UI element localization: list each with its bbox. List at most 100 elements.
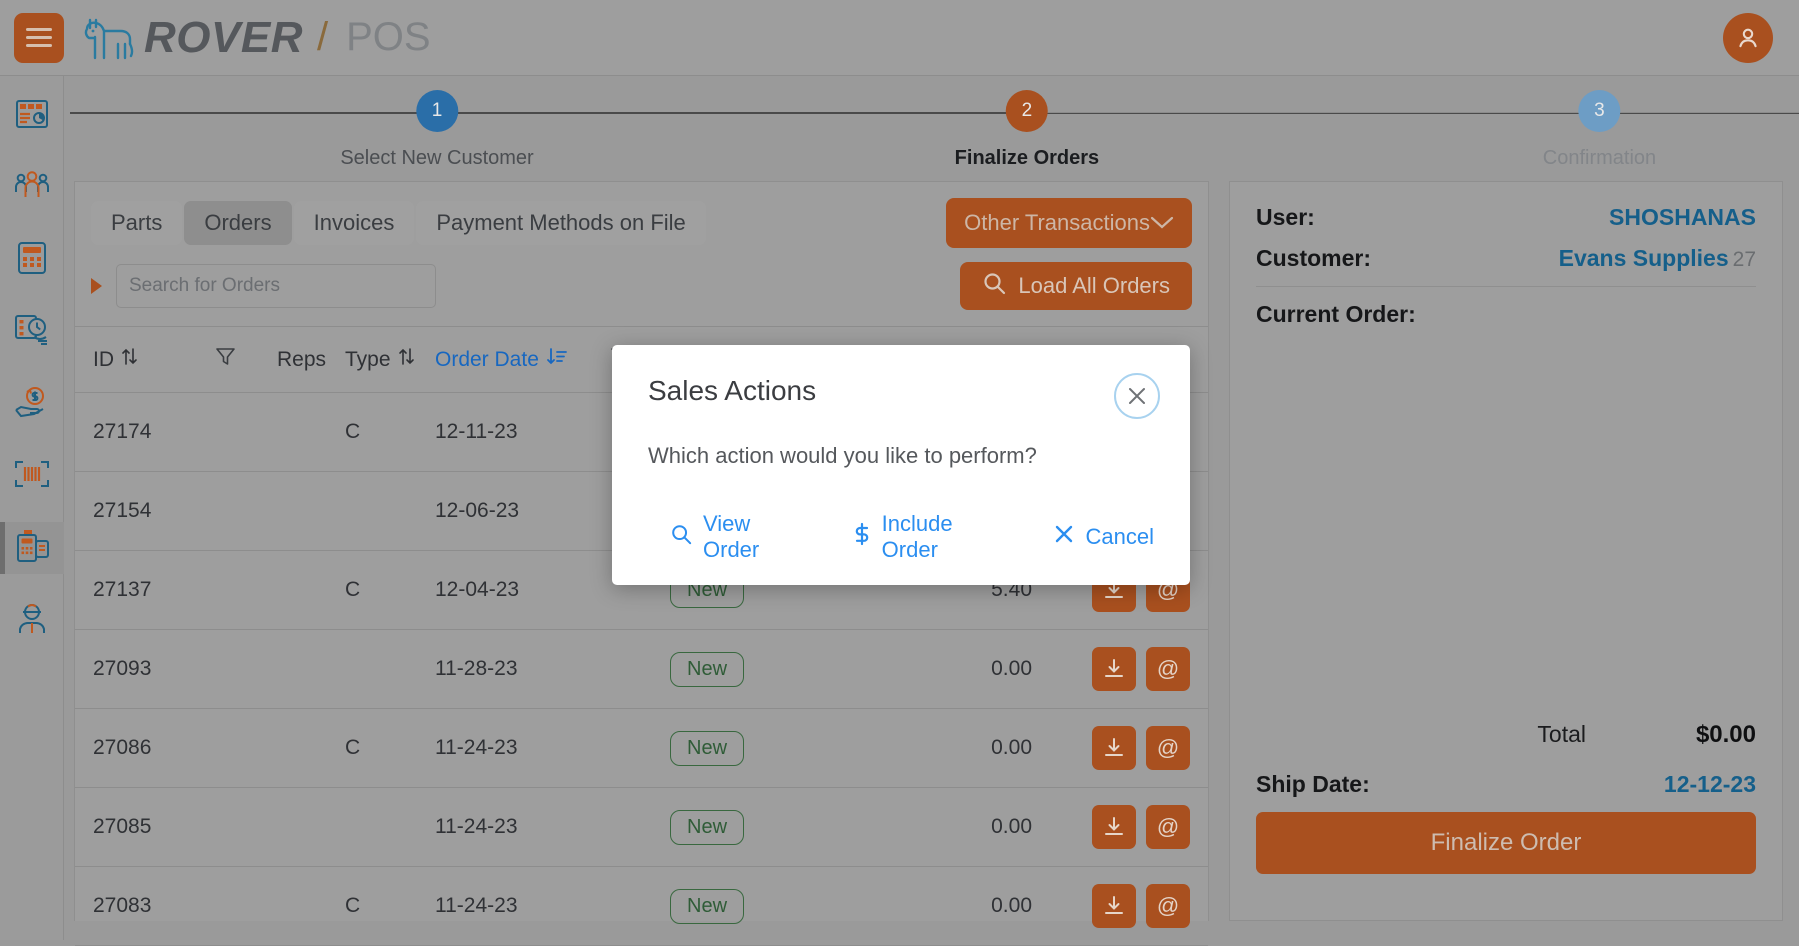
download-icon[interactable] (1092, 884, 1136, 928)
summary-customer-row: Customer: Evans Supplies27 (1256, 245, 1756, 272)
ship-date-value[interactable]: 12-12-23 (1664, 771, 1756, 798)
cell-id: 27154 (93, 499, 215, 523)
tab-parts[interactable]: Parts (91, 201, 182, 245)
table-row[interactable]: 27093 11-28-23 New 0.00 (75, 630, 1208, 709)
customer-value[interactable]: Evans Supplies27 (1559, 245, 1756, 272)
cell-order-date: 12-11-23 (435, 420, 610, 444)
dollar-icon (853, 522, 871, 552)
tab-payment-methods[interactable]: Payment Methods on File (416, 201, 705, 245)
wizard-stepper: 1 Select New Customer 2 Finalize Orders … (64, 76, 1799, 181)
column-filter-id[interactable] (215, 346, 277, 373)
brand-logo: ROVER / POS (80, 13, 431, 63)
cancel-label: Cancel (1086, 524, 1154, 550)
worker-icon (15, 601, 49, 640)
sort-updown-icon[interactable] (121, 347, 138, 372)
step-1-label: Select New Customer (340, 147, 533, 170)
brand-separator: / (317, 15, 328, 60)
cell-amount: 0.00 (850, 815, 1050, 839)
step-3-label: Confirmation (1543, 147, 1656, 170)
view-order-label: View Order (703, 511, 795, 563)
table-row[interactable]: 27086 C 11-24-23 New 0.00 (75, 709, 1208, 788)
table-row[interactable]: 27083 C 11-24-23 New 0.00 (75, 867, 1208, 946)
brand-subtitle: POS (346, 15, 430, 60)
finalize-order-button[interactable]: Finalize Order (1256, 812, 1756, 874)
column-header-id[interactable]: ID (93, 347, 215, 372)
cell-actions: @ (1050, 726, 1190, 770)
cell-order-date: 11-24-23 (435, 736, 610, 760)
cell-actions: @ (1050, 884, 1190, 928)
cell-status: New (670, 652, 850, 687)
include-order-label: Include Order (882, 511, 995, 563)
customer-number: 27 (1733, 248, 1756, 271)
cell-order-date: 12-04-23 (435, 578, 610, 602)
email-at-icon[interactable]: @ (1146, 726, 1190, 770)
sidebar-item-barcode[interactable] (0, 450, 64, 502)
cancel-button[interactable]: Cancel (1053, 511, 1154, 563)
summary-ship-date-row: Ship Date: 12-12-23 (1256, 771, 1756, 798)
hamburger-icon[interactable] (14, 13, 64, 63)
time-clock-icon (14, 314, 50, 351)
tab-orders[interactable]: Orders (184, 201, 291, 245)
sidebar-item-employees[interactable] (0, 594, 64, 646)
close-icon[interactable] (1114, 373, 1160, 419)
download-icon[interactable] (1092, 726, 1136, 770)
sales-actions-dialog: Sales Actions Which action would you lik… (612, 345, 1190, 585)
filter-icon (215, 346, 236, 373)
table-row[interactable]: 27085 11-24-23 New 0.00 (75, 788, 1208, 867)
column-header-reps[interactable]: Reps (277, 348, 345, 372)
people-icon (14, 170, 50, 207)
cell-status: New (670, 889, 850, 924)
cell-id: 27083 (93, 894, 215, 918)
column-header-order-date[interactable]: Order Date (435, 347, 610, 372)
step-3[interactable]: 3 Confirmation (1543, 90, 1656, 170)
cell-status: New (670, 731, 850, 766)
download-icon[interactable] (1092, 805, 1136, 849)
cell-order-date: 11-28-23 (435, 657, 610, 681)
email-at-icon[interactable]: @ (1146, 884, 1190, 928)
status-badge: New (670, 889, 744, 924)
x-icon (1053, 523, 1075, 551)
dialog-question: Which action would you like to perform? (648, 443, 1154, 469)
sidebar-item-customers[interactable] (0, 162, 64, 214)
other-transactions-dropdown[interactable]: Other Transactions (946, 198, 1192, 248)
calculator-icon (17, 241, 47, 280)
customer-name: Evans Supplies (1559, 245, 1729, 271)
hand-money-icon (14, 386, 50, 423)
cell-order-date: 11-24-23 (435, 815, 610, 839)
dashboard-icon (15, 99, 49, 134)
other-transactions-label: Other Transactions (964, 210, 1150, 236)
total-label: Total (1537, 721, 1586, 748)
sort-updown-icon[interactable] (398, 347, 415, 372)
top-bar: ROVER / POS (0, 0, 1799, 76)
cell-id: 27086 (93, 736, 215, 760)
cell-type: C (345, 894, 435, 918)
sidebar-item-point-of-sale[interactable] (0, 522, 64, 574)
user-label: User: (1256, 204, 1315, 231)
sort-desc-icon[interactable] (546, 347, 567, 372)
sidebar-item-time-clock[interactable] (0, 306, 64, 358)
step-2[interactable]: 2 Finalize Orders (955, 90, 1100, 170)
cell-actions: @ (1050, 647, 1190, 691)
sidebar-item-calculator[interactable] (0, 234, 64, 286)
cell-type: C (345, 578, 435, 602)
include-order-button[interactable]: Include Order (853, 511, 995, 563)
download-icon[interactable] (1092, 647, 1136, 691)
cell-amount: 0.00 (850, 657, 1050, 681)
view-order-button[interactable]: View Order (670, 511, 795, 563)
tab-invoices[interactable]: Invoices (294, 201, 415, 245)
step-2-circle: 2 (1006, 90, 1048, 132)
brand-name: ROVER (144, 13, 303, 63)
user-avatar-icon[interactable] (1723, 13, 1773, 63)
email-at-icon[interactable]: @ (1146, 805, 1190, 849)
column-label-id: ID (93, 348, 114, 372)
sidebar-item-dashboard[interactable] (0, 90, 64, 142)
triangle-right-icon[interactable] (91, 278, 102, 294)
load-all-orders-button[interactable]: Load All Orders (960, 262, 1192, 310)
column-header-type[interactable]: Type (345, 347, 435, 372)
cell-id: 27174 (93, 420, 215, 444)
sidebar-item-payments[interactable] (0, 378, 64, 430)
step-1[interactable]: 1 Select New Customer (340, 90, 533, 170)
email-at-icon[interactable]: @ (1146, 647, 1190, 691)
search-input[interactable] (116, 264, 436, 308)
user-value[interactable]: SHOSHANAS (1609, 204, 1756, 231)
